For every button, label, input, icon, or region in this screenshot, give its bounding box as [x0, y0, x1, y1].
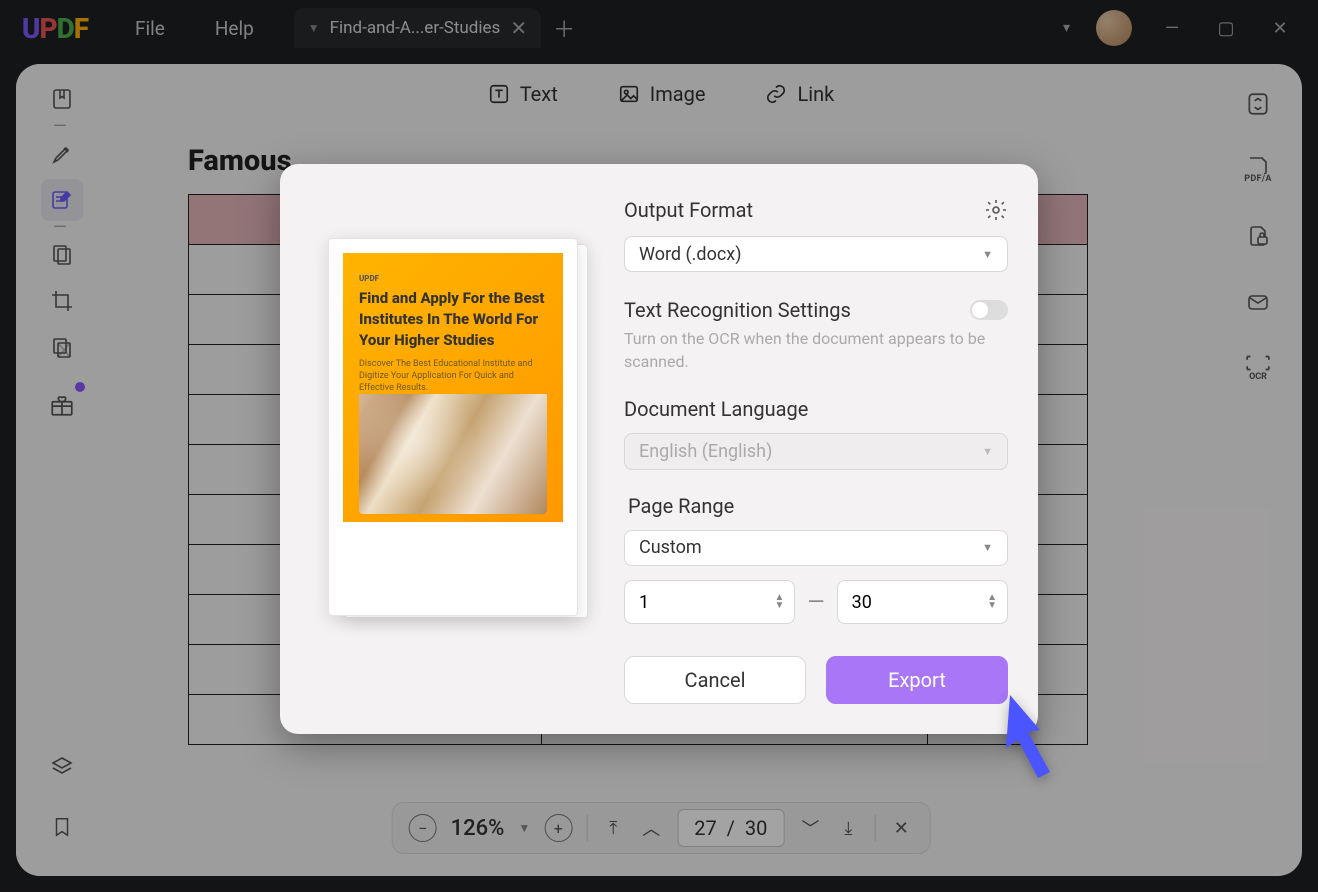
ocr-help-text: Turn on the OCR when the document appear… — [624, 328, 1008, 373]
stepper-down-icon[interactable]: ▼ — [987, 602, 997, 610]
preview-thumbnail: UPDF Find and Apply For the Best Institu… — [314, 238, 594, 638]
chevron-down-icon: ▼ — [982, 541, 993, 554]
language-select[interactable]: English (English) ▼ — [624, 433, 1008, 469]
range-label: Page Range — [624, 494, 1008, 518]
chevron-down-icon: ▼ — [982, 445, 993, 458]
language-label: Document Language — [624, 397, 1008, 421]
output-settings-gear-icon[interactable] — [984, 198, 1008, 222]
export-button[interactable]: Export — [826, 656, 1008, 704]
chevron-down-icon: ▼ — [982, 248, 993, 261]
annotation-cursor-arrow-icon — [1000, 690, 1080, 780]
ocr-label: Text Recognition Settings — [624, 298, 851, 322]
range-separator: — — [807, 590, 824, 615]
ocr-toggle[interactable] — [970, 300, 1008, 320]
stepper-down-icon[interactable]: ▼ — [775, 602, 785, 610]
export-modal: UPDF Find and Apply For the Best Institu… — [280, 164, 1038, 734]
range-from-input[interactable]: 1 ▲▼ — [624, 580, 795, 624]
cancel-button[interactable]: Cancel — [624, 656, 806, 704]
page-range-select[interactable]: Custom ▼ — [624, 530, 1008, 566]
range-to-input[interactable]: 30 ▲▼ — [837, 580, 1008, 624]
output-format-label: Output Format — [624, 198, 753, 222]
output-format-select[interactable]: Word (.docx) ▼ — [624, 236, 1008, 272]
